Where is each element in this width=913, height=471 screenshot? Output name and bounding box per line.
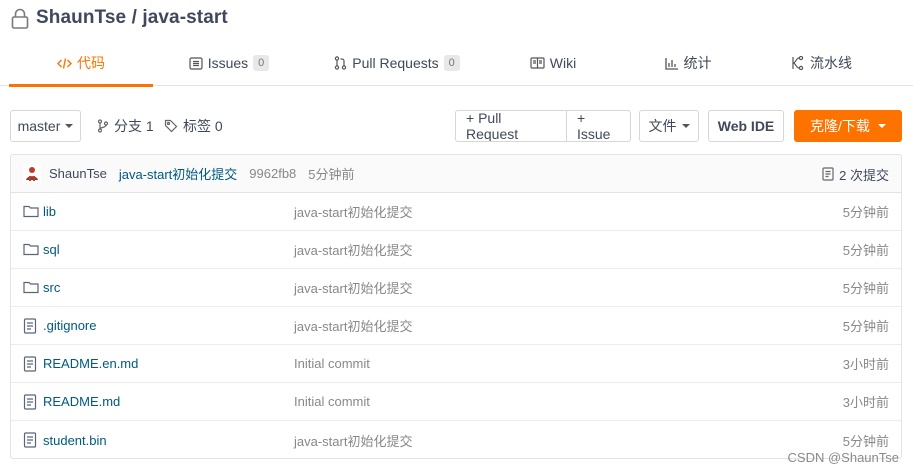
lock-icon — [10, 7, 30, 29]
tag-icon — [164, 119, 178, 133]
file-commit-message[interactable]: java-start初始化提交 — [294, 431, 412, 450]
folder-icon — [23, 242, 39, 258]
tags-label: 标签 0 — [183, 118, 223, 134]
avatar[interactable] — [23, 164, 41, 183]
clone-download-button[interactable]: 克隆/下载 — [794, 110, 902, 142]
folder-icon — [23, 204, 39, 220]
file-commit-time: 3小时前 — [842, 357, 889, 372]
file-list: ShaunTse java-start初始化提交 9962fb8 5分钟前 2 … — [10, 154, 902, 459]
tab-code-label: 代码 — [77, 55, 105, 71]
repo-tabs: 代码 Issues 0 Pull Requests 0 Wiki 统计 流水线 — [0, 40, 913, 87]
table-row[interactable]: lib java-start初始化提交 5分钟前 — [11, 193, 901, 231]
chevron-down-icon — [65, 124, 74, 128]
file-commit-message[interactable]: Initial commit — [294, 394, 370, 409]
issues-icon — [189, 56, 203, 70]
tab-stats[interactable]: 统计 — [617, 40, 759, 86]
file-name[interactable]: README.en.md — [43, 356, 138, 371]
file-commit-message[interactable]: java-start初始化提交 — [294, 202, 412, 221]
web-ide-button[interactable]: Web IDE — [708, 110, 784, 142]
tab-issues[interactable]: Issues 0 — [153, 40, 305, 86]
commit-message[interactable]: java-start初始化提交 — [119, 164, 237, 183]
chevron-down-icon — [877, 124, 886, 128]
file-icon — [23, 394, 39, 410]
pipeline-icon — [790, 56, 805, 70]
table-row[interactable]: README.md Initial commit 3小时前 — [11, 383, 901, 421]
file-commit-time: 5分钟前 — [842, 319, 889, 334]
clone-download-label: 克隆/下载 — [810, 118, 870, 134]
tab-pull-requests[interactable]: Pull Requests 0 — [305, 40, 489, 86]
tab-wiki-label: Wiki — [549, 55, 577, 71]
file-menu-label: 文件 — [648, 118, 677, 134]
new-pull-request-button[interactable]: + Pull Request — [456, 111, 566, 141]
file-name[interactable]: lib — [43, 204, 56, 219]
commit-sha[interactable]: 9962fb8 — [249, 166, 296, 181]
tab-code[interactable]: 代码 — [9, 40, 153, 87]
file-commit-time: 3小时前 — [842, 395, 889, 410]
file-icon — [23, 356, 39, 372]
file-commit-time: 5分钟前 — [842, 205, 889, 220]
commit-time: 5分钟前 — [308, 167, 355, 182]
file-name[interactable]: src — [43, 280, 60, 295]
issues-count-badge: 0 — [253, 55, 270, 71]
tab-stats-label: 统计 — [683, 55, 712, 71]
chevron-down-icon — [681, 124, 690, 128]
table-row[interactable]: src java-start初始化提交 5分钟前 — [11, 269, 901, 307]
file-commit-message[interactable]: java-start初始化提交 — [294, 278, 412, 297]
file-commit-message[interactable]: java-start初始化提交 — [294, 316, 412, 335]
tab-pipeline[interactable]: 流水线 — [759, 40, 883, 86]
file-name[interactable]: .gitignore — [43, 318, 96, 333]
file-commit-time: 5分钟前 — [842, 281, 889, 296]
file-commit-time: 5分钟前 — [842, 243, 889, 258]
book-icon — [530, 57, 545, 69]
file-commit-message[interactable]: Initial commit — [294, 356, 370, 371]
file-name[interactable]: student.bin — [43, 433, 107, 448]
pull-requests-count-badge: 0 — [443, 55, 460, 71]
repo-header: ShaunTse / java-start — [10, 6, 228, 30]
branches-link[interactable]: 分支 1 — [97, 110, 154, 142]
repo-toolbar: master 分支 1 标签 0 + Pull Request + Issue … — [10, 110, 902, 142]
file-commit-time: 5分钟前 — [842, 433, 889, 449]
new-button-group: + Pull Request + Issue — [455, 110, 631, 142]
new-issue-button[interactable]: + Issue — [566, 111, 630, 141]
latest-commit-bar: ShaunTse java-start初始化提交 9962fb8 5分钟前 2 … — [11, 155, 901, 193]
folder-icon — [23, 280, 39, 296]
commits-icon — [822, 167, 834, 181]
tab-wiki[interactable]: Wiki — [489, 40, 617, 86]
file-name[interactable]: README.md — [43, 394, 120, 409]
file-commit-message[interactable]: java-start初始化提交 — [294, 240, 412, 259]
branch-select[interactable]: master — [10, 110, 81, 142]
pull-request-icon — [334, 56, 347, 70]
file-icon — [23, 432, 39, 448]
tags-link[interactable]: 标签 0 — [164, 110, 223, 142]
table-row[interactable]: sql java-start初始化提交 5分钟前 — [11, 231, 901, 269]
file-icon — [23, 318, 39, 334]
watermark: CSDN @ShaunTse — [787, 450, 899, 465]
table-row[interactable]: student.bin java-start初始化提交 5分钟前 — [11, 421, 901, 458]
tab-pipeline-label: 流水线 — [810, 55, 852, 71]
commit-count-label: 2 次提交 — [839, 167, 889, 183]
file-menu-button[interactable]: 文件 — [639, 110, 699, 142]
bar-chart-icon — [664, 57, 679, 70]
commit-count-link[interactable]: 2 次提交 — [822, 155, 889, 193]
tab-issues-label: Issues — [207, 55, 249, 71]
commit-author[interactable]: ShaunTse — [49, 166, 107, 181]
branch-icon — [97, 119, 109, 133]
repo-title[interactable]: ShaunTse / java-start — [36, 7, 228, 29]
file-name[interactable]: sql — [43, 242, 60, 257]
tab-pull-requests-label: Pull Requests — [352, 55, 439, 71]
table-row[interactable]: .gitignore java-start初始化提交 5分钟前 — [11, 307, 901, 345]
branch-select-label: master — [17, 118, 61, 134]
code-icon — [57, 57, 72, 70]
table-row[interactable]: README.en.md Initial commit 3小时前 — [11, 345, 901, 383]
branches-label: 分支 1 — [114, 118, 154, 134]
